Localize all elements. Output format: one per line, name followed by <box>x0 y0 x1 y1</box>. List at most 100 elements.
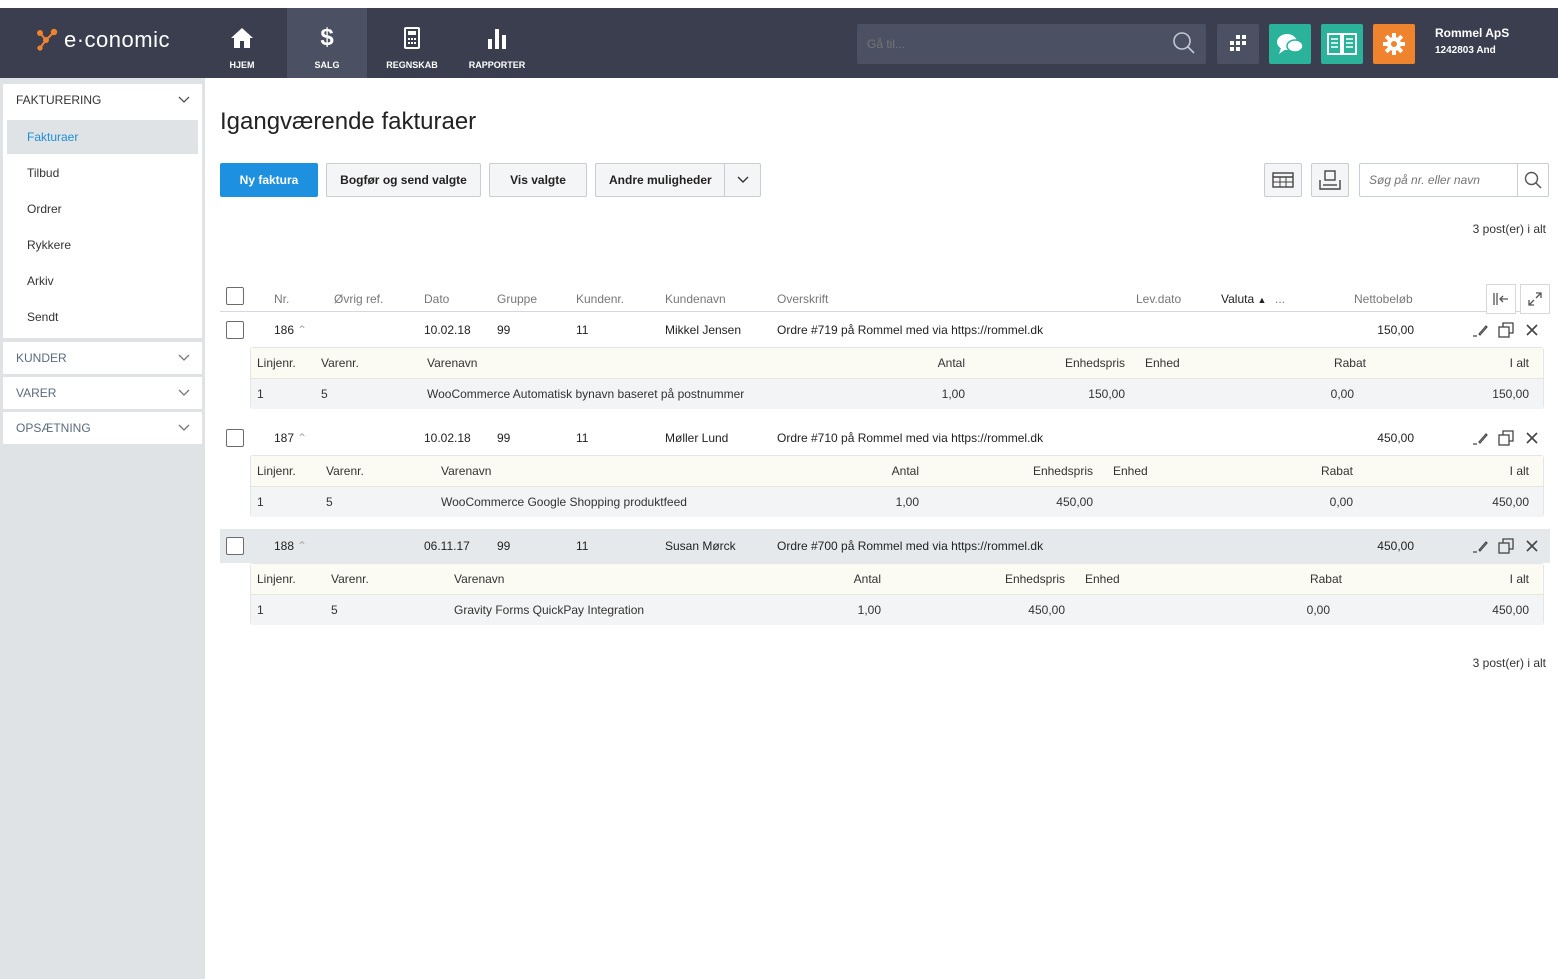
invoice-lines: Linjenr. Varenr. Varenavn Antal Enhedspr… <box>250 455 1544 517</box>
more-options-dropdown[interactable]: Andre muligheder <box>595 163 761 197</box>
sidebar-item-tilbud[interactable]: Tilbud <box>7 156 198 190</box>
table-header: Nr. Øvrig ref. Dato Gruppe Kundenr. Kund… <box>220 284 1550 314</box>
new-invoice-button[interactable]: Ny faktura <box>220 163 318 197</box>
column-layout-button[interactable] <box>1264 163 1302 197</box>
row-actions <box>1472 430 1540 446</box>
invoice-heading: Ordre #700 på Rommel med via https://rom… <box>777 539 1044 553</box>
settings-button[interactable] <box>1373 24 1415 64</box>
line-unit-price: 450,00 <box>1028 603 1065 617</box>
sidebar-item-ordrer[interactable]: Ordrer <box>7 192 198 226</box>
invoice-customer-name: Susan Mørck <box>665 539 736 553</box>
line-col-enhed: Enhed <box>1085 572 1120 586</box>
edit-icon[interactable] <box>1472 430 1488 446</box>
delete-icon[interactable] <box>1524 322 1540 338</box>
nav-reports[interactable]: RAPPORTER <box>457 8 537 78</box>
search-icon[interactable] <box>1172 31 1196 58</box>
sidebar-item-fakturaer[interactable]: Fakturaer <box>7 120 198 154</box>
sidebar-item-rykkere[interactable]: Rykkere <box>7 228 198 262</box>
row-checkbox[interactable] <box>226 429 244 447</box>
help-book-button[interactable] <box>1321 24 1363 64</box>
delete-icon[interactable] <box>1524 430 1540 446</box>
chevron-down-icon <box>178 389 190 396</box>
calculator-icon <box>404 24 420 52</box>
line-nr: 1 <box>257 603 264 617</box>
row-checkbox[interactable] <box>226 321 244 339</box>
line-qty: 1,00 <box>857 603 881 617</box>
line-col-varenr: Varenr. <box>326 464 364 478</box>
line-discount: 0,00 <box>1306 603 1330 617</box>
copy-icon[interactable] <box>1498 322 1514 338</box>
goto-input[interactable] <box>857 24 1206 64</box>
copy-icon[interactable] <box>1498 430 1514 446</box>
company-info[interactable]: Rommel ApS 1242803 And <box>1435 26 1509 56</box>
copy-icon[interactable] <box>1498 538 1514 554</box>
line-col-varenr: Varenr. <box>331 572 369 586</box>
post-and-send-button[interactable]: Bogfør og send valgte <box>326 163 481 197</box>
invoice-date: 06.11.17 <box>424 539 470 553</box>
sidebar-section-kunder[interactable]: KUNDER <box>3 342 202 374</box>
line-nr: 1 <box>257 495 264 509</box>
chat-icon <box>1277 34 1304 54</box>
col-gruppe[interactable]: Gruppe <box>497 292 537 306</box>
col-overskrift[interactable]: Overskrift <box>777 292 828 306</box>
line-unit-price: 450,00 <box>1056 495 1093 509</box>
apps-button[interactable] <box>1217 24 1259 64</box>
chat-button[interactable] <box>1269 24 1311 64</box>
line-col-linjenr: Linjenr. <box>257 464 296 478</box>
col-more[interactable]: ... <box>1275 292 1285 306</box>
sidebar-section-opsaetning[interactable]: OPSÆTNING <box>3 412 202 444</box>
invoice-nr[interactable]: 186 <box>274 323 294 337</box>
sidebar-item-sendt[interactable]: Sendt <box>7 300 198 334</box>
invoice-nr[interactable]: 188 <box>274 539 294 553</box>
economic-logo[interactable]: e·conomic <box>34 26 170 54</box>
col-nr[interactable]: Nr. <box>274 292 289 306</box>
invoice-net-amount: 450,00 <box>1377 431 1414 445</box>
dropdown-divider <box>723 164 725 196</box>
line-col-ialt: I alt <box>1509 464 1529 478</box>
col-kundenr[interactable]: Kundenr. <box>576 292 624 306</box>
edit-icon[interactable] <box>1472 322 1488 338</box>
table-row[interactable]: 187 ⌃ 10.02.18 99 11 Møller Lund Ordre #… <box>220 421 1550 455</box>
invoice-customer-name: Mikkel Jensen <box>665 323 742 337</box>
nav-sales[interactable]: $ SALG <box>287 8 367 78</box>
col-netto[interactable]: Nettobeløb <box>1354 292 1413 306</box>
line-col-enhed: Enhed <box>1113 464 1148 478</box>
delete-icon[interactable] <box>1524 538 1540 554</box>
sidebar-section-fakturering[interactable]: FAKTURERING <box>3 84 202 116</box>
nav-accounting[interactable]: REGNSKAB <box>372 8 452 78</box>
company-id: 1242803 And <box>1435 45 1496 56</box>
col-levdato[interactable]: Lev.dato <box>1136 292 1181 306</box>
row-checkbox[interactable] <box>226 537 244 555</box>
collapse-chevron-icon[interactable]: ⌃ <box>297 431 307 445</box>
company-name: Rommel ApS <box>1435 26 1510 40</box>
col-ref[interactable]: Øvrig ref. <box>334 292 383 306</box>
invoice-nr[interactable]: 187 <box>274 431 294 445</box>
col-dato[interactable]: Dato <box>424 292 449 306</box>
line-item-name: Gravity Forms QuickPay Integration <box>454 603 645 617</box>
search-icon[interactable] <box>1517 164 1548 196</box>
col-valuta[interactable]: Valuta ▲ <box>1221 292 1266 306</box>
nav-home[interactable]: HJEM <box>202 8 282 78</box>
invoice-lines: Linjenr. Varenr. Varenavn Antal Enhedspr… <box>250 563 1544 625</box>
col-kundenavn[interactable]: Kundenavn <box>665 292 726 306</box>
table-row[interactable]: 188 ⌃ 06.11.17 99 11 Susan Mørck Ordre #… <box>220 529 1550 563</box>
sidebar-section-label: KUNDER <box>16 351 67 365</box>
expand-button[interactable] <box>1520 284 1550 314</box>
print-button[interactable] <box>1311 163 1349 197</box>
collapse-chevron-icon[interactable]: ⌃ <box>297 539 307 553</box>
sidebar: FAKTURERING Fakturaer Tilbud Ordrer Rykk… <box>0 78 205 979</box>
search-input[interactable] <box>1360 164 1518 196</box>
line-item-name: WooCommerce Automatisk bynavn baseret på… <box>427 387 745 401</box>
table-row[interactable]: 186 ⌃ 10.02.18 99 11 Mikkel Jensen Ordre… <box>220 313 1550 347</box>
sidebar-item-arkiv[interactable]: Arkiv <box>7 264 198 298</box>
sidebar-section-varer[interactable]: VARER <box>3 377 202 409</box>
line-col-enhedspris: Enhedspris <box>1004 572 1065 586</box>
select-all-checkbox[interactable] <box>226 287 244 305</box>
line-total: 450,00 <box>1492 495 1529 509</box>
collapse-chevron-icon[interactable]: ⌃ <box>297 323 307 337</box>
nav-home-label: HJEM <box>229 60 255 70</box>
collapse-columns-button[interactable] <box>1486 284 1516 314</box>
line-item-nr: 5 <box>331 603 338 617</box>
edit-icon[interactable] <box>1472 538 1488 554</box>
show-selected-button[interactable]: Vis valgte <box>489 163 587 197</box>
